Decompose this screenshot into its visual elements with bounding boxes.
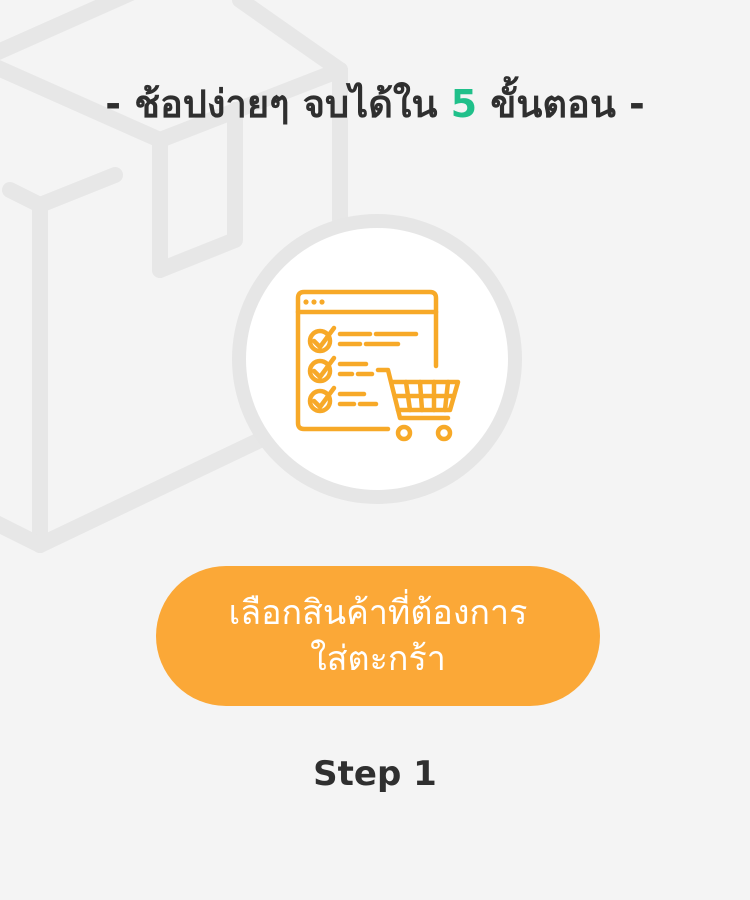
heading-prefix: - ช้อปง่ายๆ จบได้ใน bbox=[105, 82, 438, 126]
page-heading: - ช้อปง่ายๆ จบได้ใน 5 ขั้นตอน - bbox=[0, 78, 750, 130]
button-label-line2: ใส่ตะกร้า bbox=[310, 639, 446, 679]
heading-step-count: 5 bbox=[450, 82, 478, 126]
select-products-button[interactable]: เลือกสินค้าที่ต้องการ ใส่ตะกร้า bbox=[156, 566, 600, 706]
checklist-cart-icon bbox=[295, 289, 461, 442]
step-label: Step 1 bbox=[313, 754, 437, 794]
heading-suffix: ขั้นตอน - bbox=[490, 82, 645, 126]
button-label-line1: เลือกสินค้าที่ต้องการ bbox=[228, 593, 528, 633]
